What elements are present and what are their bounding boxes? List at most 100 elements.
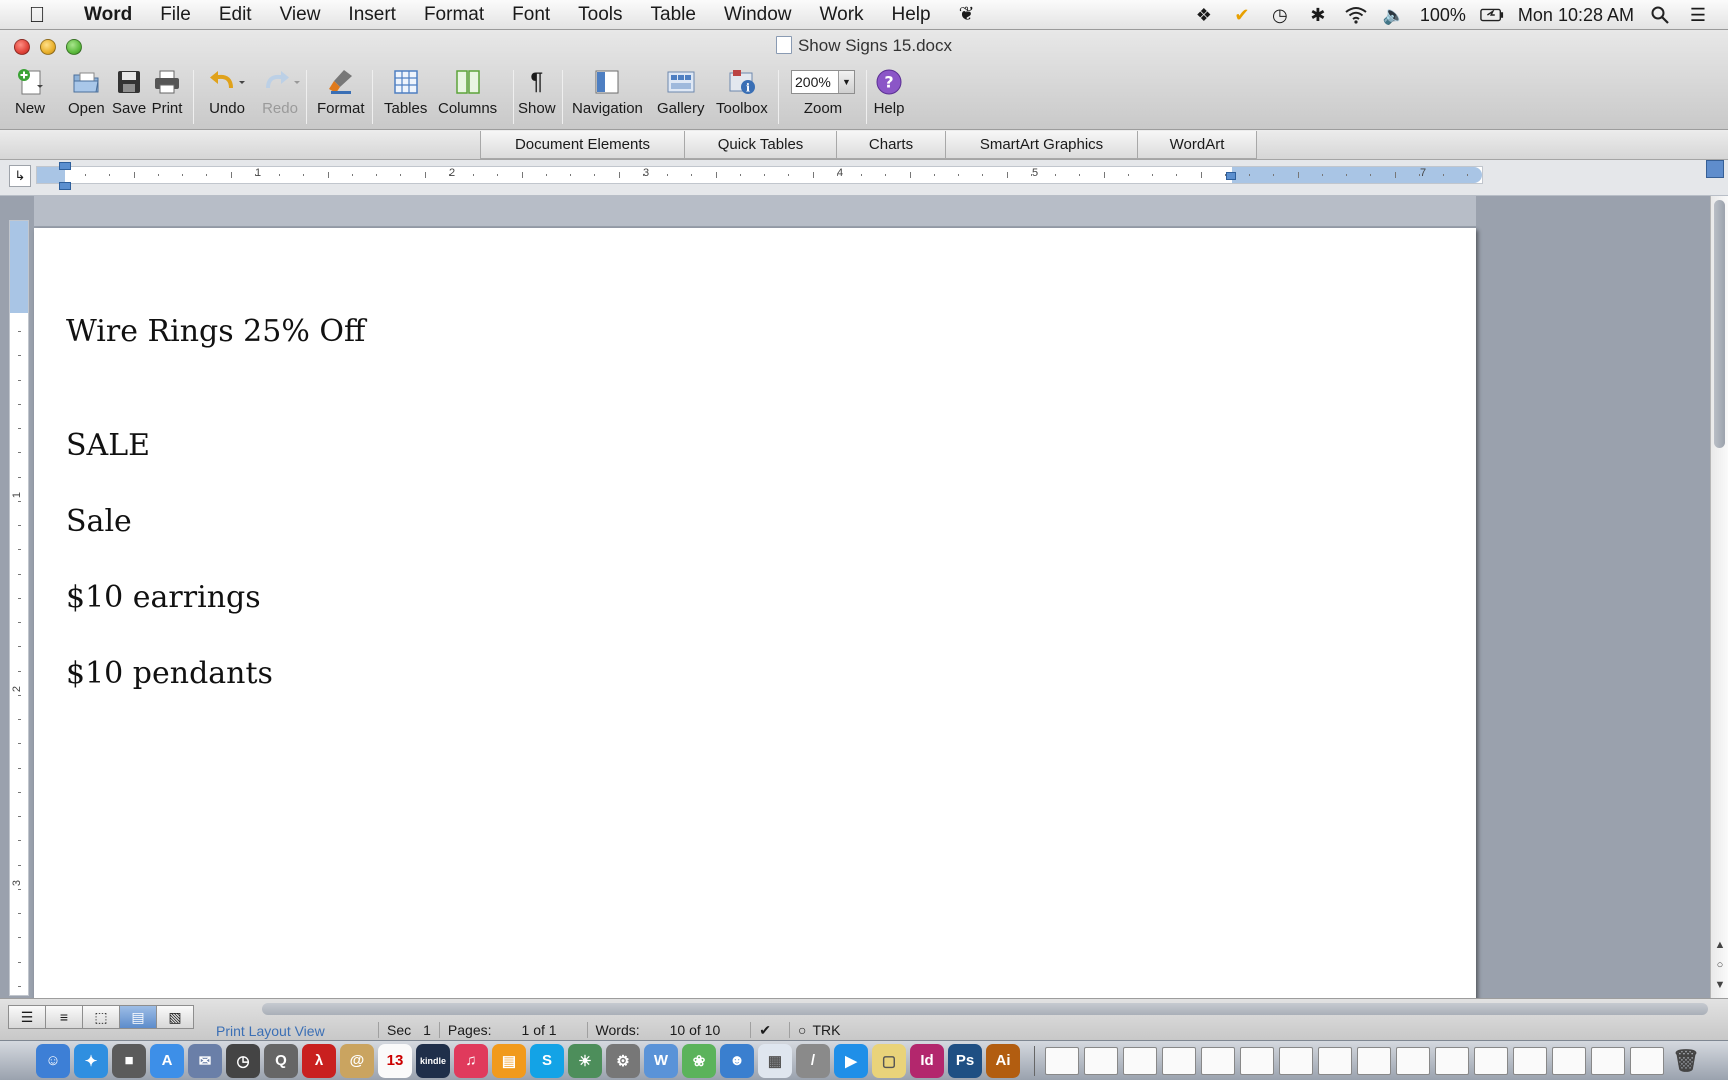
browse-object-icon[interactable]: ○	[1713, 958, 1727, 972]
time-machine-icon[interactable]: ◷	[1268, 4, 1292, 26]
menu-app-name[interactable]: Word	[70, 4, 146, 26]
preview-icon[interactable]: ▢	[872, 1043, 906, 1078]
time-machine-dock-icon[interactable]: ◷	[226, 1043, 260, 1078]
dock-document-icon[interactable]	[1240, 1046, 1274, 1075]
document-line[interactable]: $10 pendants	[66, 656, 273, 691]
app-store-icon[interactable]: A	[150, 1043, 184, 1078]
left-indent-marker[interactable]	[59, 182, 71, 190]
document-line[interactable]: Sale	[66, 504, 132, 539]
gecko-app-icon[interactable]: ❀	[682, 1043, 716, 1078]
vertical-scroll-thumb[interactable]	[1714, 200, 1725, 448]
vertical-ruler[interactable]: 1 2 3	[9, 220, 29, 1060]
menu-table[interactable]: Table	[637, 4, 710, 26]
spelling-check-icon[interactable]: ✔	[759, 1022, 771, 1039]
undo-button[interactable]: Undo	[205, 66, 249, 128]
words-value[interactable]: 10 of 10	[670, 1022, 721, 1038]
toolbox-button[interactable]: i Toolbox	[716, 66, 768, 128]
menu-insert[interactable]: Insert	[334, 4, 410, 26]
numbers-icon[interactable]: ▦	[758, 1043, 792, 1078]
open-button[interactable]: Open	[68, 66, 105, 128]
tab-stop-selector[interactable]: ↳	[9, 165, 31, 187]
itunes-icon[interactable]: ♫	[454, 1043, 488, 1078]
wifi-icon[interactable]	[1344, 4, 1368, 26]
dock-document-icon[interactable]	[1357, 1046, 1391, 1075]
zoom-dropdown-arrow-icon[interactable]: ▼	[838, 71, 854, 93]
kindle-icon[interactable]: kindle	[416, 1043, 450, 1078]
tables-button[interactable]: Tables	[384, 66, 427, 128]
new-button[interactable]: New	[14, 66, 46, 128]
dock-document-icon[interactable]	[1045, 1046, 1079, 1075]
finder-icon[interactable]: ☺	[36, 1043, 70, 1078]
dock-document-icon[interactable]	[1552, 1046, 1586, 1075]
dock-document-icon[interactable]	[1435, 1046, 1469, 1075]
trash-icon[interactable]: 🗑	[1669, 1044, 1703, 1078]
document-line[interactable]: Wire Rings 25% Off	[66, 314, 365, 349]
ruler-toggle-icon[interactable]	[1706, 160, 1724, 178]
photo-booth-icon[interactable]: ■	[112, 1043, 146, 1078]
menu-format[interactable]: Format	[410, 4, 498, 26]
menu-edit[interactable]: Edit	[205, 4, 266, 26]
previous-page-icon[interactable]: ▲	[1713, 938, 1727, 952]
dock-document-icon[interactable]	[1279, 1046, 1313, 1075]
track-changes-label[interactable]: TRK	[812, 1022, 840, 1038]
calendar-icon[interactable]: 13	[378, 1043, 412, 1078]
ibooks-icon[interactable]: ▤	[492, 1043, 526, 1078]
vertical-scrollbar[interactable]: ▲ ○ ▼	[1710, 196, 1728, 998]
format-button[interactable]: Format	[317, 66, 365, 128]
tab-wordart[interactable]: WordArt	[1137, 131, 1257, 159]
menu-help[interactable]: Help	[878, 4, 945, 26]
dock-document-icon[interactable]	[1513, 1046, 1547, 1075]
volume-icon[interactable]: 🔈	[1382, 4, 1406, 26]
tab-document-elements[interactable]: Document Elements	[480, 131, 685, 159]
dock-document-icon[interactable]	[1123, 1046, 1157, 1075]
system-preferences-icon[interactable]: ⚙	[606, 1043, 640, 1078]
contacts-icon[interactable]: @	[340, 1043, 374, 1078]
columns-button[interactable]: Columns	[438, 66, 497, 128]
word-dock-icon[interactable]: W	[644, 1043, 678, 1078]
quicktime-icon[interactable]: Q	[264, 1043, 298, 1078]
navigation-button[interactable]: Navigation	[572, 66, 643, 128]
menu-work[interactable]: Work	[806, 4, 878, 26]
dropbox-icon[interactable]: ❖	[1192, 4, 1216, 26]
dock-document-icon[interactable]	[1201, 1046, 1235, 1075]
iphoto-icon[interactable]: ☀	[568, 1043, 602, 1078]
print-layout-view-icon[interactable]: ▤	[119, 1005, 157, 1029]
dock-document-icon[interactable]	[1591, 1046, 1625, 1075]
zoom-select[interactable]: 200% ▼	[791, 70, 855, 94]
tab-quick-tables[interactable]: Quick Tables	[684, 131, 837, 159]
horizontal-scrollbar[interactable]	[262, 1003, 1708, 1015]
menu-file[interactable]: File	[146, 4, 205, 26]
tab-smartart-graphics[interactable]: SmartArt Graphics	[945, 131, 1138, 159]
save-button[interactable]: Save	[112, 66, 146, 128]
apple-menu-icon[interactable]: 	[24, 2, 50, 28]
task-check-icon[interactable]: ✔	[1230, 4, 1254, 26]
acrobat-icon[interactable]: λ	[302, 1043, 336, 1078]
publishing-layout-view-icon[interactable]: ⬚	[82, 1005, 120, 1029]
menu-font[interactable]: Font	[498, 4, 564, 26]
dock-document-icon[interactable]	[1396, 1046, 1430, 1075]
facetime-icon[interactable]: ▶	[834, 1043, 868, 1078]
dock-document-icon[interactable]	[1084, 1046, 1118, 1075]
document-page[interactable]: Wire Rings 25% Off SALE Sale $10 earring…	[34, 228, 1476, 1008]
first-line-indent-marker[interactable]	[59, 162, 71, 170]
notes-icon[interactable]: /	[796, 1043, 830, 1078]
menu-tools[interactable]: Tools	[564, 4, 636, 26]
dock-document-icon[interactable]	[1162, 1046, 1196, 1075]
spotlight-search-icon[interactable]	[1648, 4, 1672, 26]
dock-document-icon[interactable]	[1474, 1046, 1508, 1075]
horizontal-ruler[interactable]: 1 2 3 4 5 7	[36, 166, 1483, 184]
tab-charts[interactable]: Charts	[836, 131, 946, 159]
menu-window[interactable]: Window	[710, 4, 806, 26]
skype-icon[interactable]: S	[530, 1043, 564, 1078]
right-indent-marker[interactable]	[1226, 172, 1236, 180]
gallery-button[interactable]: Gallery	[657, 66, 705, 128]
menu-view[interactable]: View	[266, 4, 335, 26]
safari-icon[interactable]: ✦	[74, 1043, 108, 1078]
script-menu-icon[interactable]: ❦	[945, 3, 989, 26]
notebook-layout-view-icon[interactable]: ▧	[156, 1005, 194, 1029]
show-button[interactable]: ¶ Show	[518, 66, 556, 128]
notification-center-icon[interactable]: ☰	[1686, 4, 1710, 26]
outline-view-icon[interactable]: ≡	[45, 1005, 83, 1029]
menu-clock[interactable]: Mon 10:28 AM	[1518, 5, 1634, 26]
battery-icon[interactable]	[1480, 4, 1504, 26]
